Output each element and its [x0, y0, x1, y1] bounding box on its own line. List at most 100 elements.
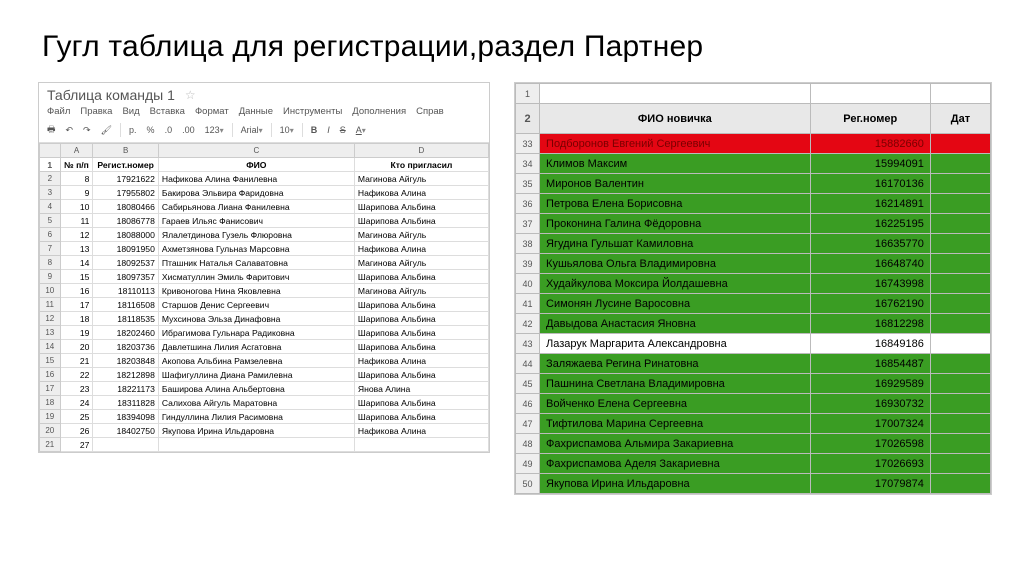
row-number[interactable]: 40 — [516, 274, 540, 294]
font-family[interactable]: Arial — [239, 125, 265, 135]
cell-reg[interactable]: 18402750 — [93, 424, 159, 438]
cell-name[interactable]: Якупова Ирина Ильдаровна — [540, 474, 811, 494]
row-number[interactable]: 2 — [516, 104, 540, 134]
cell-date[interactable] — [930, 194, 990, 214]
cell-reg[interactable]: 18116508 — [93, 298, 159, 312]
cell-reg[interactable]: 18091950 — [93, 242, 159, 256]
cell-fio[interactable]: Сабирьянова Лиана Фанилевна — [158, 200, 354, 214]
menu-tools[interactable]: Инструменты — [283, 106, 342, 117]
cell-date[interactable] — [930, 174, 990, 194]
cell-name[interactable]: Давыдова Анастасия Яновна — [540, 314, 811, 334]
row-number[interactable]: 14 — [40, 340, 61, 354]
cell-reg[interactable]: 18202460 — [93, 326, 159, 340]
select-all[interactable] — [40, 144, 61, 158]
cell-date[interactable] — [930, 254, 990, 274]
cell-name[interactable]: Фахриспамова Аделя Закариевна — [540, 454, 811, 474]
cell-reg[interactable]: 18086778 — [93, 214, 159, 228]
cell-fio[interactable]: Баширова Алина Альбертовна — [158, 382, 354, 396]
cell-fio[interactable]: Пташник Наталья Салаватовна — [158, 256, 354, 270]
cell-num[interactable]: 15 — [60, 270, 93, 284]
col-A[interactable]: A — [60, 144, 93, 158]
cell-num[interactable]: 27 — [60, 438, 93, 452]
row-number[interactable]: 36 — [516, 194, 540, 214]
row-number[interactable]: 1 — [40, 158, 61, 172]
cell-who[interactable]: Шарипова Альбина — [354, 200, 488, 214]
menu-help[interactable]: Справ — [416, 106, 444, 117]
cell-reg[interactable]: 18088000 — [93, 228, 159, 242]
cell-date[interactable] — [930, 374, 990, 394]
cell-date[interactable] — [930, 214, 990, 234]
print-icon[interactable]: 🖶 — [45, 122, 58, 138]
cell-fio[interactable]: Гиндуллина Лилия Расимовна — [158, 410, 354, 424]
cell-reg[interactable]: 16635770 — [810, 234, 930, 254]
cell-reg[interactable]: 16214891 — [810, 194, 930, 214]
strike-icon[interactable]: S — [338, 125, 348, 135]
cell-fio[interactable]: Хисматуллин Эмиль Фаритович — [158, 270, 354, 284]
row-number[interactable]: 39 — [516, 254, 540, 274]
cell-reg[interactable]: 18110113 — [93, 284, 159, 298]
row-number[interactable]: 34 — [516, 154, 540, 174]
row-number[interactable]: 16 — [40, 368, 61, 382]
cell-reg[interactable]: 16170136 — [810, 174, 930, 194]
cell-num[interactable]: 16 — [60, 284, 93, 298]
redo-icon[interactable]: ↷ — [81, 125, 93, 136]
cell-name[interactable]: Петрова Елена Борисовна — [540, 194, 811, 214]
cell-reg[interactable]: 18097357 — [93, 270, 159, 284]
cell-num[interactable]: 14 — [60, 256, 93, 270]
cell-reg[interactable]: 16929589 — [810, 374, 930, 394]
row-number[interactable]: 12 — [40, 312, 61, 326]
row-number[interactable]: 37 — [516, 214, 540, 234]
cell-who[interactable]: Нафикова Алина — [354, 424, 488, 438]
cell-reg[interactable]: 15994091 — [810, 154, 930, 174]
cell-date[interactable] — [930, 234, 990, 254]
cell-fio[interactable]: Акопова Альбина Рамзелевна — [158, 354, 354, 368]
cell-who[interactable]: Шарипова Альбина — [354, 368, 488, 382]
row-number[interactable]: 49 — [516, 454, 540, 474]
format-currency[interactable]: р. — [127, 125, 139, 135]
cell[interactable] — [930, 84, 990, 104]
row-number[interactable]: 43 — [516, 334, 540, 354]
cell-reg[interactable]: 16648740 — [810, 254, 930, 274]
cell-num[interactable]: 21 — [60, 354, 93, 368]
row-number[interactable]: 44 — [516, 354, 540, 374]
bold-icon[interactable]: B — [309, 125, 320, 135]
format-decrease-decimal[interactable]: .0 — [163, 125, 175, 135]
cell-name[interactable]: Ягудина Гульшат Камиловна — [540, 234, 811, 254]
cell-date[interactable] — [930, 274, 990, 294]
cell-name[interactable]: Лазарук Маргарита Александровна — [540, 334, 811, 354]
row-number[interactable]: 9 — [40, 270, 61, 284]
cell-reg[interactable]: 17079874 — [810, 474, 930, 494]
row-number[interactable]: 7 — [40, 242, 61, 256]
cell-name[interactable]: Миронов Валентин — [540, 174, 811, 194]
cell-who[interactable]: Янова Алина — [354, 382, 488, 396]
row-number[interactable]: 41 — [516, 294, 540, 314]
col-C[interactable]: C — [158, 144, 354, 158]
row-number[interactable]: 47 — [516, 414, 540, 434]
row-number[interactable]: 35 — [516, 174, 540, 194]
row-number[interactable]: 11 — [40, 298, 61, 312]
cell-num[interactable]: 24 — [60, 396, 93, 410]
undo-icon[interactable]: ↶ — [64, 125, 76, 136]
cell-date[interactable] — [930, 134, 990, 154]
doc-title[interactable]: Таблица команды 1 — [47, 87, 175, 103]
cell-fio[interactable]: Шафигуллина Диана Рамилевна — [158, 368, 354, 382]
cell-who[interactable]: Нафикова Алина — [354, 242, 488, 256]
cell-name[interactable]: Проконина Галина Фёдоровна — [540, 214, 811, 234]
menu-edit[interactable]: Правка — [80, 106, 112, 117]
cell-fio[interactable] — [158, 438, 354, 452]
row-number[interactable]: 21 — [40, 438, 61, 452]
cell-reg[interactable]: 18212898 — [93, 368, 159, 382]
cell-num[interactable]: 23 — [60, 382, 93, 396]
cell-who[interactable]: Магинова Айгуль — [354, 284, 488, 298]
menu-view[interactable]: Вид — [122, 106, 139, 117]
cell-reg[interactable]: 18118535 — [93, 312, 159, 326]
cell-reg[interactable]: 16849186 — [810, 334, 930, 354]
cell-reg[interactable]: 16930732 — [810, 394, 930, 414]
cell-reg[interactable]: 15882660 — [810, 134, 930, 154]
cell-reg[interactable]: 18311828 — [93, 396, 159, 410]
cell-date[interactable] — [930, 334, 990, 354]
row-number[interactable]: 1 — [516, 84, 540, 104]
cell-date[interactable] — [930, 314, 990, 334]
text-color-icon[interactable]: A — [354, 125, 368, 135]
cell-reg[interactable]: 18394098 — [93, 410, 159, 424]
